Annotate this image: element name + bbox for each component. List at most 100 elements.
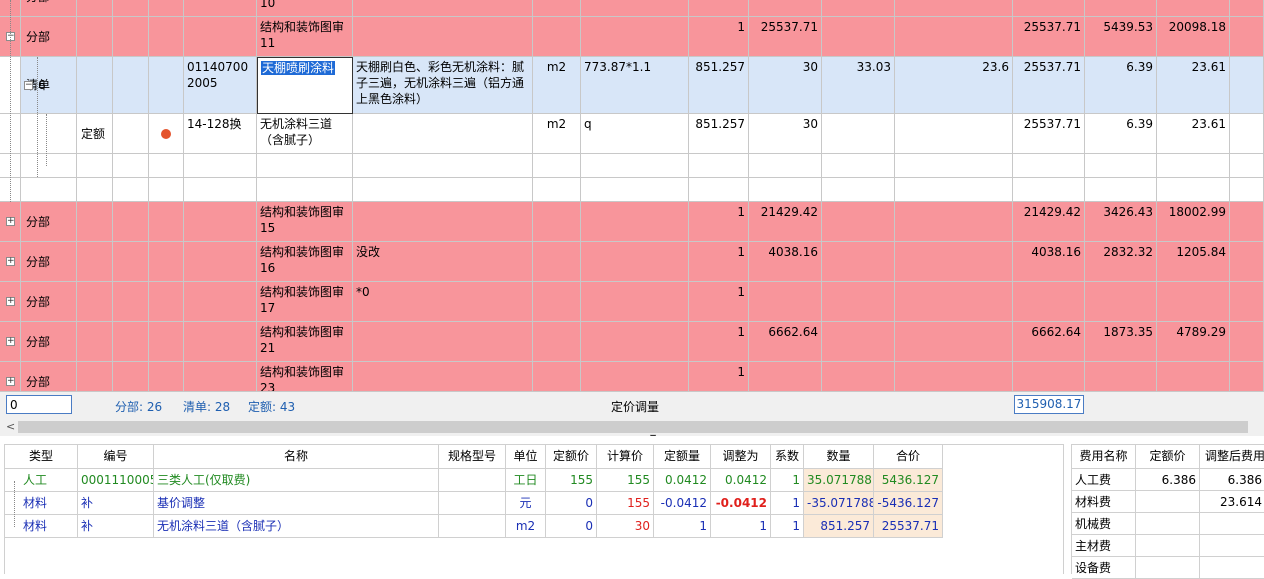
fee-adjusted: 23.614 bbox=[1200, 491, 1264, 513]
fee-adjusted bbox=[1200, 535, 1264, 557]
fee-base bbox=[1136, 557, 1200, 579]
row-unit-price: 25537.71 bbox=[749, 17, 822, 57]
row-type: 分部 bbox=[21, 17, 77, 57]
res-coef: 1 bbox=[771, 469, 804, 492]
table-row[interactable]: + 分部 结构和装饰图审 17 *0 1 bbox=[0, 282, 1264, 322]
table-row[interactable]: − 分部 结构和装饰图审 11 1 25537.71 25537.71 5439… bbox=[0, 17, 1264, 57]
res-type: 材料 bbox=[5, 515, 78, 538]
row-type: 分部 bbox=[21, 242, 77, 282]
res-base-qty: 1 bbox=[654, 515, 711, 538]
col-spec[interactable]: 规格型号 bbox=[439, 445, 506, 469]
col-unit[interactable]: 单位 bbox=[506, 445, 546, 469]
row-type: 分部 bbox=[21, 322, 77, 362]
res-base-price: 0 bbox=[546, 515, 597, 538]
col-qty[interactable]: 数量 bbox=[804, 445, 874, 469]
res-qty: 851.257 bbox=[804, 515, 874, 538]
res-name: 三类人工(仅取费) bbox=[154, 469, 439, 492]
fenbu-count: 分部: 26 bbox=[115, 400, 163, 414]
row-labor: 6.39 bbox=[1085, 114, 1157, 154]
row-amount: 851.257 bbox=[689, 57, 749, 114]
row-material: 1205.84 bbox=[1157, 242, 1230, 282]
row-type: 分部 bbox=[21, 362, 77, 391]
expand-icon[interactable]: + bbox=[6, 257, 15, 266]
res-adjusted: 0.0412 bbox=[711, 469, 771, 492]
fee-adjusted: 6.386 bbox=[1200, 469, 1264, 491]
fee-base bbox=[1136, 491, 1200, 513]
res-unit: 元 bbox=[506, 492, 546, 515]
fee-name: 材料费 bbox=[1072, 491, 1136, 513]
col-base-qty[interactable]: 定额量 bbox=[654, 445, 711, 469]
row-name: 天棚喷刷涂料 bbox=[261, 61, 336, 75]
row-total: 4038.16 bbox=[1013, 242, 1085, 282]
horizontal-scrollbar[interactable]: < ▼ bbox=[0, 418, 1264, 444]
table-row[interactable]: + 分部 结构和装饰图审 15 1 21429.42 21429.42 3426… bbox=[0, 202, 1264, 242]
detail-panel: 类型 编号 名称 规格型号 单位 定额价 计算价 定额量 调整为 系数 数量 合… bbox=[0, 436, 1264, 579]
res-total: 5436.127 bbox=[874, 469, 943, 492]
row-type: 分部 bbox=[21, 0, 77, 17]
res-coef: 1 bbox=[771, 515, 804, 538]
expand-icon[interactable]: + bbox=[6, 217, 15, 226]
res-unit: m2 bbox=[506, 515, 546, 538]
row-material: 23.61 bbox=[1157, 57, 1230, 114]
table-row[interactable]: + 分部 结构和装饰图审 23 1 bbox=[0, 362, 1264, 391]
table-row[interactable]: 定额 14-128换 无机涂料三道（含腻子） m2 q 851.257 30 2… bbox=[0, 114, 1264, 154]
row-type: 定额 bbox=[77, 114, 113, 154]
fee-name: 设备费 bbox=[1072, 557, 1136, 579]
table-row-empty[interactable] bbox=[0, 178, 1264, 202]
row-code: 14-128换 bbox=[184, 114, 257, 154]
res-calc-price: 30 bbox=[597, 515, 654, 538]
res-qty: 35.071788 bbox=[804, 469, 874, 492]
col-base-price[interactable]: 定额价 bbox=[546, 445, 597, 469]
fee-col-name[interactable]: 费用名称 bbox=[1072, 445, 1136, 469]
resource-table[interactable]: 类型 编号 名称 规格型号 单位 定额价 计算价 定额量 调整为 系数 数量 合… bbox=[4, 444, 1064, 574]
row-name: 结构和装饰图审 11 bbox=[257, 17, 353, 57]
status-dot-icon bbox=[161, 128, 171, 139]
fee-table[interactable]: 费用名称 定额价 调整后费用 人工费 6.386 6.386 材料费 23.61… bbox=[1071, 444, 1264, 579]
expand-icon[interactable]: + bbox=[6, 297, 15, 306]
grand-total: 315908.17 bbox=[1014, 395, 1084, 414]
fee-base bbox=[1136, 513, 1200, 535]
row-total: 25537.71 bbox=[1013, 17, 1085, 57]
row-name: 结构和装饰图审 17 bbox=[257, 282, 353, 322]
row-total: 25537.71 bbox=[1013, 114, 1085, 154]
row-name-editor[interactable]: 天棚喷刷涂料 bbox=[257, 57, 353, 114]
scroll-left-icon[interactable]: < bbox=[6, 420, 15, 433]
col-coef[interactable]: 系数 bbox=[771, 445, 804, 469]
expand-icon[interactable]: + bbox=[6, 337, 15, 346]
row-qty: 30 bbox=[749, 57, 822, 114]
table-row-selected[interactable]: 清单 011407002005 天棚喷刷涂料 天棚刷白色、彩色无机涂料：腻子三遍… bbox=[0, 57, 1264, 114]
row-feature: 没改 bbox=[353, 242, 533, 282]
row-qty: 1 bbox=[689, 242, 749, 282]
col-total[interactable]: 合价 bbox=[874, 445, 943, 469]
col-code[interactable]: 编号 bbox=[78, 445, 154, 469]
row-unit-price: 21429.42 bbox=[749, 202, 822, 242]
res-coef: 1 bbox=[771, 492, 804, 515]
res-base-price: 155 bbox=[546, 469, 597, 492]
table-row-empty[interactable] bbox=[0, 154, 1264, 178]
row-type: 清单 bbox=[21, 57, 77, 114]
table-row[interactable]: + 分部 结构和装饰图审 16 没改 1 4038.16 4038.16 283… bbox=[0, 242, 1264, 282]
row-labor: 1873.35 bbox=[1085, 322, 1157, 362]
res-name: 基价调整 bbox=[154, 492, 439, 515]
col-type[interactable]: 类型 bbox=[5, 445, 78, 469]
col-name[interactable]: 名称 bbox=[154, 445, 439, 469]
row-type: 分部 bbox=[21, 202, 77, 242]
row-type: 分部 bbox=[21, 282, 77, 322]
estimate-grid[interactable]: 分部 结构和装饰图审 10 − 分部 结构和装饰图审 11 1 25537.71… bbox=[0, 0, 1264, 391]
col-adjusted[interactable]: 调整为 bbox=[711, 445, 771, 469]
row-unit: m2 bbox=[533, 57, 581, 114]
fee-col-adjusted[interactable]: 调整后费用 bbox=[1200, 445, 1264, 469]
expand-icon[interactable]: + bbox=[6, 377, 15, 386]
scrollbar-thumb[interactable] bbox=[18, 421, 1248, 433]
res-unit: 工日 bbox=[506, 469, 546, 492]
table-row[interactable]: + 分部 结构和装饰图审 21 1 6662.64 6662.64 1873.3… bbox=[0, 322, 1264, 362]
res-adjusted: -0.0412 bbox=[711, 492, 771, 515]
fee-name: 主材费 bbox=[1072, 535, 1136, 557]
table-row[interactable]: 分部 结构和装饰图审 10 bbox=[0, 0, 1264, 17]
row-feature: 天棚刷白色、彩色无机涂料：腻子三遍，无机涂料三遍（铝方通上黑色涂料） bbox=[353, 57, 533, 114]
fee-col-base[interactable]: 定额价 bbox=[1136, 445, 1200, 469]
col-calc-price[interactable]: 计算价 bbox=[597, 445, 654, 469]
res-base-price: 0 bbox=[546, 492, 597, 515]
status-bar: 分部: 26 清单: 28 定额: 43 定价调量 315908.17 bbox=[0, 391, 1264, 419]
status-input[interactable] bbox=[6, 395, 72, 414]
